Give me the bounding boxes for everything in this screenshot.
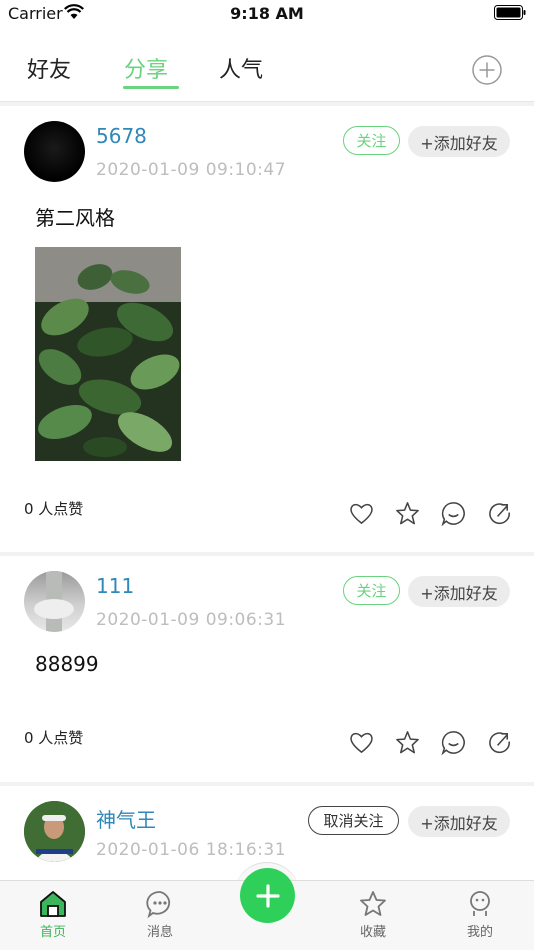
tab-home-label: 首页 bbox=[39, 925, 66, 940]
add-friend-button[interactable]: +添加好友 bbox=[408, 126, 510, 157]
profile-icon bbox=[470, 891, 490, 916]
comment-icon[interactable] bbox=[440, 729, 467, 756]
tab-profile-label: 我的 bbox=[466, 925, 493, 940]
battery-icon bbox=[494, 5, 526, 20]
star-icon[interactable] bbox=[394, 500, 421, 527]
post-actions bbox=[348, 729, 513, 756]
post-image[interactable] bbox=[35, 247, 181, 461]
star-icon bbox=[360, 891, 386, 916]
tab-favorites-label: 收藏 bbox=[359, 925, 386, 940]
tab-favorites[interactable]: 收藏 bbox=[343, 889, 403, 940]
post-card: 5678 2020-01-09 09:10:47 关注 +添加好友 第二风格 0… bbox=[0, 106, 534, 552]
post-card: 111 2020-01-09 09:06:31 关注 +添加好友 88899 0… bbox=[0, 556, 534, 782]
avatar[interactable] bbox=[24, 801, 85, 862]
avatar-image bbox=[34, 571, 74, 632]
username[interactable]: 111 bbox=[96, 574, 134, 598]
clock: 9:18 AM bbox=[230, 4, 304, 23]
share-icon[interactable] bbox=[486, 729, 513, 756]
post-text: 第二风格 bbox=[35, 206, 115, 230]
top-nav: 好友 分享 人气 bbox=[0, 40, 534, 102]
tab-popular[interactable]: 人气 bbox=[219, 52, 263, 84]
timestamp: 2020-01-09 09:06:31 bbox=[96, 610, 287, 630]
timestamp: 2020-01-06 18:16:31 bbox=[96, 840, 287, 860]
message-icon bbox=[146, 891, 171, 919]
star-icon[interactable] bbox=[394, 729, 421, 756]
post-actions bbox=[348, 500, 513, 527]
username[interactable]: 神气王 bbox=[96, 804, 156, 833]
username[interactable]: 5678 bbox=[96, 124, 147, 148]
like-count: 0 人点赞 bbox=[24, 729, 84, 747]
like-count: 0 人点赞 bbox=[24, 500, 84, 518]
tab-messages[interactable]: 消息 bbox=[130, 889, 190, 940]
unfollow-button[interactable]: 取消关注 bbox=[308, 806, 399, 835]
publish-button[interactable] bbox=[240, 868, 295, 923]
add-friend-button[interactable]: +添加好友 bbox=[408, 806, 510, 837]
home-icon bbox=[40, 891, 66, 917]
feed[interactable]: 5678 2020-01-09 09:10:47 关注 +添加好友 第二风格 0… bbox=[0, 106, 534, 880]
share-icon[interactable] bbox=[486, 500, 513, 527]
add-circle-icon[interactable] bbox=[472, 55, 502, 85]
avatar-image bbox=[24, 801, 85, 862]
avatar[interactable] bbox=[24, 121, 85, 182]
tab-friends[interactable]: 好友 bbox=[27, 52, 71, 84]
follow-button[interactable]: 关注 bbox=[343, 576, 400, 605]
follow-button[interactable]: 关注 bbox=[343, 126, 400, 155]
tab-home[interactable]: 首页 bbox=[23, 889, 83, 940]
post-text: 88899 bbox=[35, 652, 99, 676]
tab-profile[interactable]: 我的 bbox=[450, 889, 510, 940]
status-bar: Carrier 9:18 AM bbox=[0, 0, 534, 40]
heart-icon[interactable] bbox=[348, 729, 375, 756]
active-tab-indicator bbox=[123, 86, 179, 89]
avatar[interactable] bbox=[24, 571, 85, 632]
comment-icon[interactable] bbox=[440, 500, 467, 527]
tab-share[interactable]: 分享 bbox=[124, 52, 168, 84]
plus-icon bbox=[255, 883, 280, 908]
heart-icon[interactable] bbox=[348, 500, 375, 527]
add-friend-button[interactable]: +添加好友 bbox=[408, 576, 510, 607]
timestamp: 2020-01-09 09:10:47 bbox=[96, 160, 287, 180]
tab-messages-label: 消息 bbox=[146, 925, 173, 940]
